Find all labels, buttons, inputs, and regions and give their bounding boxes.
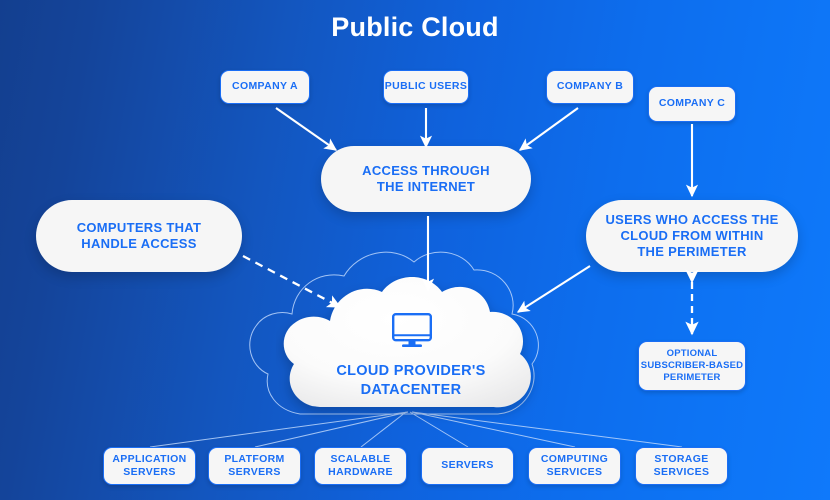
service-label-line-2: SERVICES bbox=[546, 466, 603, 478]
node-company-b-label: COMPANY B bbox=[556, 80, 624, 93]
node-platform-servers[interactable]: PLATFORM SERVERS bbox=[208, 447, 301, 485]
service-label-line-2: SERVERS bbox=[228, 466, 281, 478]
node-users-within-perimeter[interactable]: USERS WHO ACCESS THE CLOUD FROM WITHIN T… bbox=[586, 200, 798, 272]
cloud-datacenter-shape: CLOUD PROVIDER'S DATACENTER bbox=[276, 276, 546, 424]
node-company-a-label: COMPANY A bbox=[232, 80, 298, 93]
service-label-line-2: HARDWARE bbox=[328, 466, 393, 478]
node-optional-subscriber-perimeter[interactable]: OPTIONAL SUBSCRIBER-BASED PERIMETER bbox=[638, 341, 746, 391]
node-optional-line-1: OPTIONAL bbox=[666, 348, 718, 360]
node-computers-line-1: COMPUTERS THAT bbox=[76, 219, 202, 235]
node-scalable-hardware[interactable]: SCALABLE HARDWARE bbox=[314, 447, 407, 485]
node-optional-line-3: PERIMETER bbox=[663, 371, 721, 383]
node-access-line-2: THE INTERNET bbox=[376, 179, 476, 194]
service-label-line-2: SERVICES bbox=[653, 466, 710, 478]
node-access-line-1: ACCESS THROUGH bbox=[362, 162, 490, 178]
node-public-users-label: PUBLIC USERS bbox=[384, 80, 468, 93]
service-label-line-1: APPLICATION bbox=[112, 452, 187, 465]
public-cloud-diagram: Public Cloud CLOUD PROVIDER'S DATACENTER… bbox=[0, 0, 830, 500]
node-users-perimeter-line-3: THE PERIMETER bbox=[637, 244, 747, 260]
service-label-line-1: COMPUTING bbox=[540, 452, 609, 465]
node-users-perimeter-line-2: CLOUD FROM WITHIN bbox=[620, 227, 764, 243]
node-company-c[interactable]: COMPANY C bbox=[648, 86, 736, 122]
node-optional-line-2: SUBSCRIBER-BASED bbox=[640, 360, 744, 372]
service-label-line-2: SERVERS bbox=[123, 466, 176, 478]
node-computing-services[interactable]: COMPUTING SERVICES bbox=[528, 447, 621, 485]
node-company-c-label: COMPANY C bbox=[658, 97, 726, 110]
node-access-through-internet[interactable]: ACCESS THROUGH THE INTERNET bbox=[321, 146, 531, 212]
arrow-company-b-to-access bbox=[518, 107, 579, 151]
service-label-line-1: SERVERS bbox=[441, 459, 494, 472]
node-company-b[interactable]: COMPANY B bbox=[546, 70, 634, 104]
node-users-perimeter-line-1: USERS WHO ACCESS THE bbox=[605, 211, 779, 227]
node-public-users[interactable]: PUBLIC USERS bbox=[383, 70, 469, 104]
node-servers[interactable]: SERVERS bbox=[421, 447, 514, 485]
desktop-monitor-icon bbox=[392, 313, 432, 347]
page-title: Public Cloud bbox=[331, 12, 499, 42]
node-company-a[interactable]: COMPANY A bbox=[220, 70, 310, 104]
node-storage-services[interactable]: STORAGE SERVICES bbox=[635, 447, 728, 485]
service-label-line-1: SCALABLE bbox=[330, 452, 391, 465]
node-computers-line-2: HANDLE ACCESS bbox=[81, 236, 197, 251]
service-label-line-1: STORAGE bbox=[654, 452, 709, 465]
node-application-servers[interactable]: APPLICATION SERVERS bbox=[103, 447, 196, 485]
service-label-line-1: PLATFORM bbox=[224, 452, 285, 465]
node-computers-that-handle-access[interactable]: COMPUTERS THAT HANDLE ACCESS bbox=[36, 200, 242, 272]
arrow-company-a-to-access bbox=[275, 107, 338, 151]
